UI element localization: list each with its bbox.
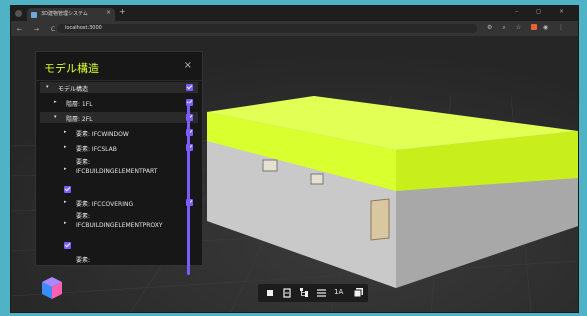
caret-icon[interactable]: ▸ (64, 264, 67, 265)
browser-window: 3D建物管理システム × + – ◻ × ← → C ⓘ localhost:3… (10, 5, 579, 313)
browser-menu-icon[interactable] (15, 10, 22, 17)
view-cube-icon[interactable] (41, 276, 63, 300)
favicon-icon (31, 12, 37, 18)
tree-item-ifcbuildingelementpart[interactable]: 要素: IFCBUILDINGELEMENTPART (76, 158, 157, 176)
menu-icon[interactable]: ⋮ (558, 24, 568, 31)
url-field[interactable]: localhost:3000 (57, 24, 477, 33)
3d-viewport[interactable]: モデル構造 × ▾ モデル構造 ▸ 階層: 1FL ▾ 階層: 2FL ▸ 要素… (11, 36, 578, 312)
window-element (262, 159, 278, 172)
list-icon[interactable] (317, 289, 326, 297)
tab-bar: 3D建物管理システム × + – ◻ × (11, 6, 578, 21)
box-icon[interactable] (266, 289, 274, 297)
tree-item-ifcdistributionflowelement[interactable]: 要素: IFCDISTRIBUTIONFLOWELEMENT (76, 256, 146, 265)
new-tab-button[interactable]: + (119, 7, 126, 16)
caret-icon[interactable]: ▸ (64, 129, 67, 135)
caret-icon[interactable]: ▸ (64, 199, 67, 205)
model-structure-panel: モデル構造 × ▾ モデル構造 ▸ 階層: 1FL ▾ 階層: 2FL ▸ 要素… (35, 51, 203, 266)
caret-icon[interactable]: ▾ (54, 114, 57, 120)
measure-icon[interactable]: 1A (334, 288, 343, 296)
checkbox-ifcbuildingelementpart[interactable] (64, 186, 71, 193)
caret-icon[interactable]: ▾ (46, 84, 49, 90)
layers-icon[interactable] (354, 288, 363, 297)
panel-scrollbar[interactable] (187, 103, 190, 275)
checkbox-model-structure[interactable] (186, 84, 193, 91)
caret-icon[interactable]: ▸ (64, 144, 67, 150)
door-element (370, 198, 390, 241)
window-element (310, 173, 324, 185)
checkbox-ifcbuildingelementproxy[interactable] (64, 242, 71, 249)
url-text: localhost:3000 (65, 25, 102, 31)
tree-item-ifcslab[interactable]: 要素: IFCSLAB (76, 144, 117, 153)
window-controls[interactable]: – ◻ × (515, 8, 572, 15)
address-bar-row: ← → C ⓘ localhost:3000 ⚙ ⌕ ☆ ◉ ⋮ (11, 21, 578, 36)
panel-header: モデル構造 × (36, 52, 202, 81)
panel-title: モデル構造 (44, 62, 99, 75)
browser-tab[interactable]: 3D建物管理システム × (27, 8, 115, 21)
profile-icon[interactable]: ◉ (543, 24, 552, 31)
tree-item-model-structure[interactable]: モデル構造 (58, 84, 88, 93)
tree-item-2fl[interactable]: 階層: 2FL (66, 114, 93, 123)
panel-close-button[interactable]: × (184, 60, 192, 71)
browser-toolbar-icons[interactable]: ⚙ ⌕ ☆ ◉ ⋮ (487, 24, 568, 32)
bookmark-icon[interactable]: ☆ (516, 24, 525, 31)
tab-close-icon[interactable]: × (106, 9, 111, 16)
tree-item-1fl[interactable]: 階層: 1FL (66, 99, 93, 108)
caret-icon[interactable]: ▸ (64, 166, 67, 172)
caret-icon[interactable]: ▸ (64, 220, 67, 226)
tree-item-ifcbuildingelementproxy[interactable]: 要素: IFCBUILDINGELEMENTPROXY (76, 212, 163, 230)
tree-row-selected (40, 112, 198, 123)
extension-red-icon[interactable] (530, 24, 537, 30)
extensions-icon[interactable]: ⚙ (487, 24, 496, 31)
tab-title: 3D建物管理システム (41, 11, 88, 17)
bottom-toolbar: 1A (258, 284, 368, 302)
tree-icon[interactable] (300, 288, 309, 297)
tree-item-ifcwindow[interactable]: 要素: IFCWINDOW (76, 129, 129, 138)
tree-item-ifccovering[interactable]: 要素: IFCCOVERING (76, 199, 133, 208)
clipboard-icon[interactable] (283, 288, 291, 298)
zoom-icon[interactable]: ⌕ (502, 24, 509, 31)
caret-icon[interactable]: ▸ (54, 99, 57, 105)
